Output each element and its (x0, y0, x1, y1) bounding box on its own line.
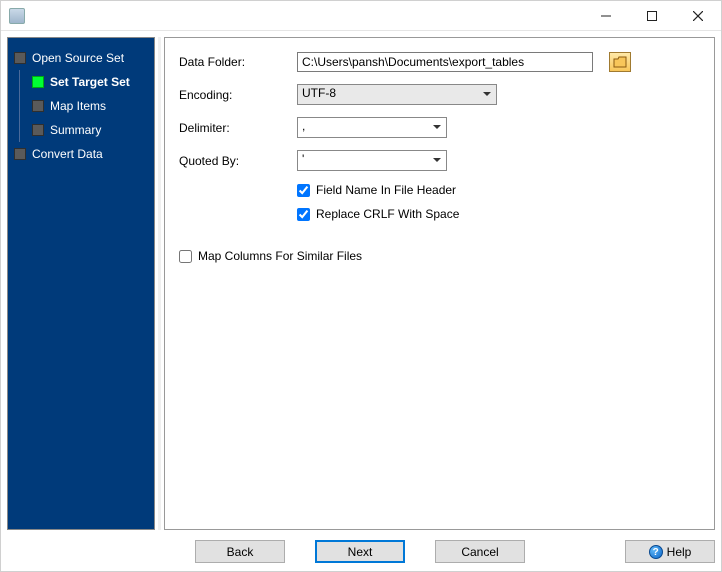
button-bar: Back Next Cancel ? Help (7, 536, 715, 563)
cancel-button[interactable]: Cancel (435, 540, 525, 563)
quoted-by-value: ' (297, 150, 447, 171)
back-button[interactable]: Back (195, 540, 285, 563)
maximize-icon (647, 11, 657, 21)
sidebar-item-summary[interactable]: Summary (10, 118, 154, 142)
data-folder-label: Data Folder: (179, 55, 289, 69)
folder-icon (613, 56, 627, 68)
quoted-by-label: Quoted By: (179, 154, 289, 168)
sidebar-item-label: Set Target Set (50, 75, 130, 89)
replace-crlf-checkbox[interactable] (297, 208, 310, 221)
maximize-button[interactable] (629, 1, 675, 31)
sidebar-item-label: Summary (50, 123, 101, 137)
map-columns-label: Map Columns For Similar Files (198, 249, 362, 263)
sidebar-item-open-source-set[interactable]: Open Source Set (10, 46, 154, 70)
next-button[interactable]: Next (315, 540, 405, 563)
quoted-by-select[interactable]: ' (297, 150, 447, 171)
delimiter-select[interactable]: , (297, 117, 447, 138)
close-button[interactable] (675, 1, 721, 31)
step-box-icon (32, 76, 44, 88)
minimize-icon (601, 11, 611, 21)
map-columns-checkbox[interactable] (179, 250, 192, 263)
replace-crlf-label: Replace CRLF With Space (316, 207, 459, 221)
field-name-header-checkbox[interactable] (297, 184, 310, 197)
replace-crlf-row: Replace CRLF With Space (297, 207, 700, 221)
help-button[interactable]: ? Help (625, 540, 715, 563)
titlebar (1, 1, 721, 31)
help-label: Help (667, 545, 692, 559)
help-icon: ? (649, 545, 663, 559)
encoding-value: UTF-8 (297, 84, 497, 105)
step-box-icon (14, 148, 26, 160)
close-icon (693, 11, 703, 21)
main-panel: Data Folder: Encoding: UTF-8 Delimiter: … (164, 37, 715, 530)
field-name-header-row: Field Name In File Header (297, 183, 700, 197)
browse-folder-button[interactable] (609, 52, 631, 72)
delimiter-value: , (297, 117, 447, 138)
sidebar-item-label: Open Source Set (32, 51, 124, 65)
map-columns-row: Map Columns For Similar Files (179, 249, 700, 263)
step-box-icon (14, 52, 26, 64)
minimize-button[interactable] (583, 1, 629, 31)
encoding-select[interactable]: UTF-8 (297, 84, 497, 105)
app-icon (9, 8, 25, 24)
wizard-sidebar: Open Source Set Set Target Set Map Items… (7, 37, 155, 530)
delimiter-label: Delimiter: (179, 121, 289, 135)
field-name-header-label: Field Name In File Header (316, 183, 456, 197)
encoding-label: Encoding: (179, 88, 289, 102)
sidebar-item-label: Convert Data (32, 147, 103, 161)
sidebar-item-convert-data[interactable]: Convert Data (10, 142, 154, 166)
step-box-icon (32, 124, 44, 136)
step-box-icon (32, 100, 44, 112)
data-folder-input[interactable] (297, 52, 593, 72)
sidebar-item-set-target-set[interactable]: Set Target Set (10, 70, 154, 94)
sidebar-item-map-items[interactable]: Map Items (10, 94, 154, 118)
sidebar-item-label: Map Items (50, 99, 106, 113)
splitter[interactable] (158, 37, 161, 530)
